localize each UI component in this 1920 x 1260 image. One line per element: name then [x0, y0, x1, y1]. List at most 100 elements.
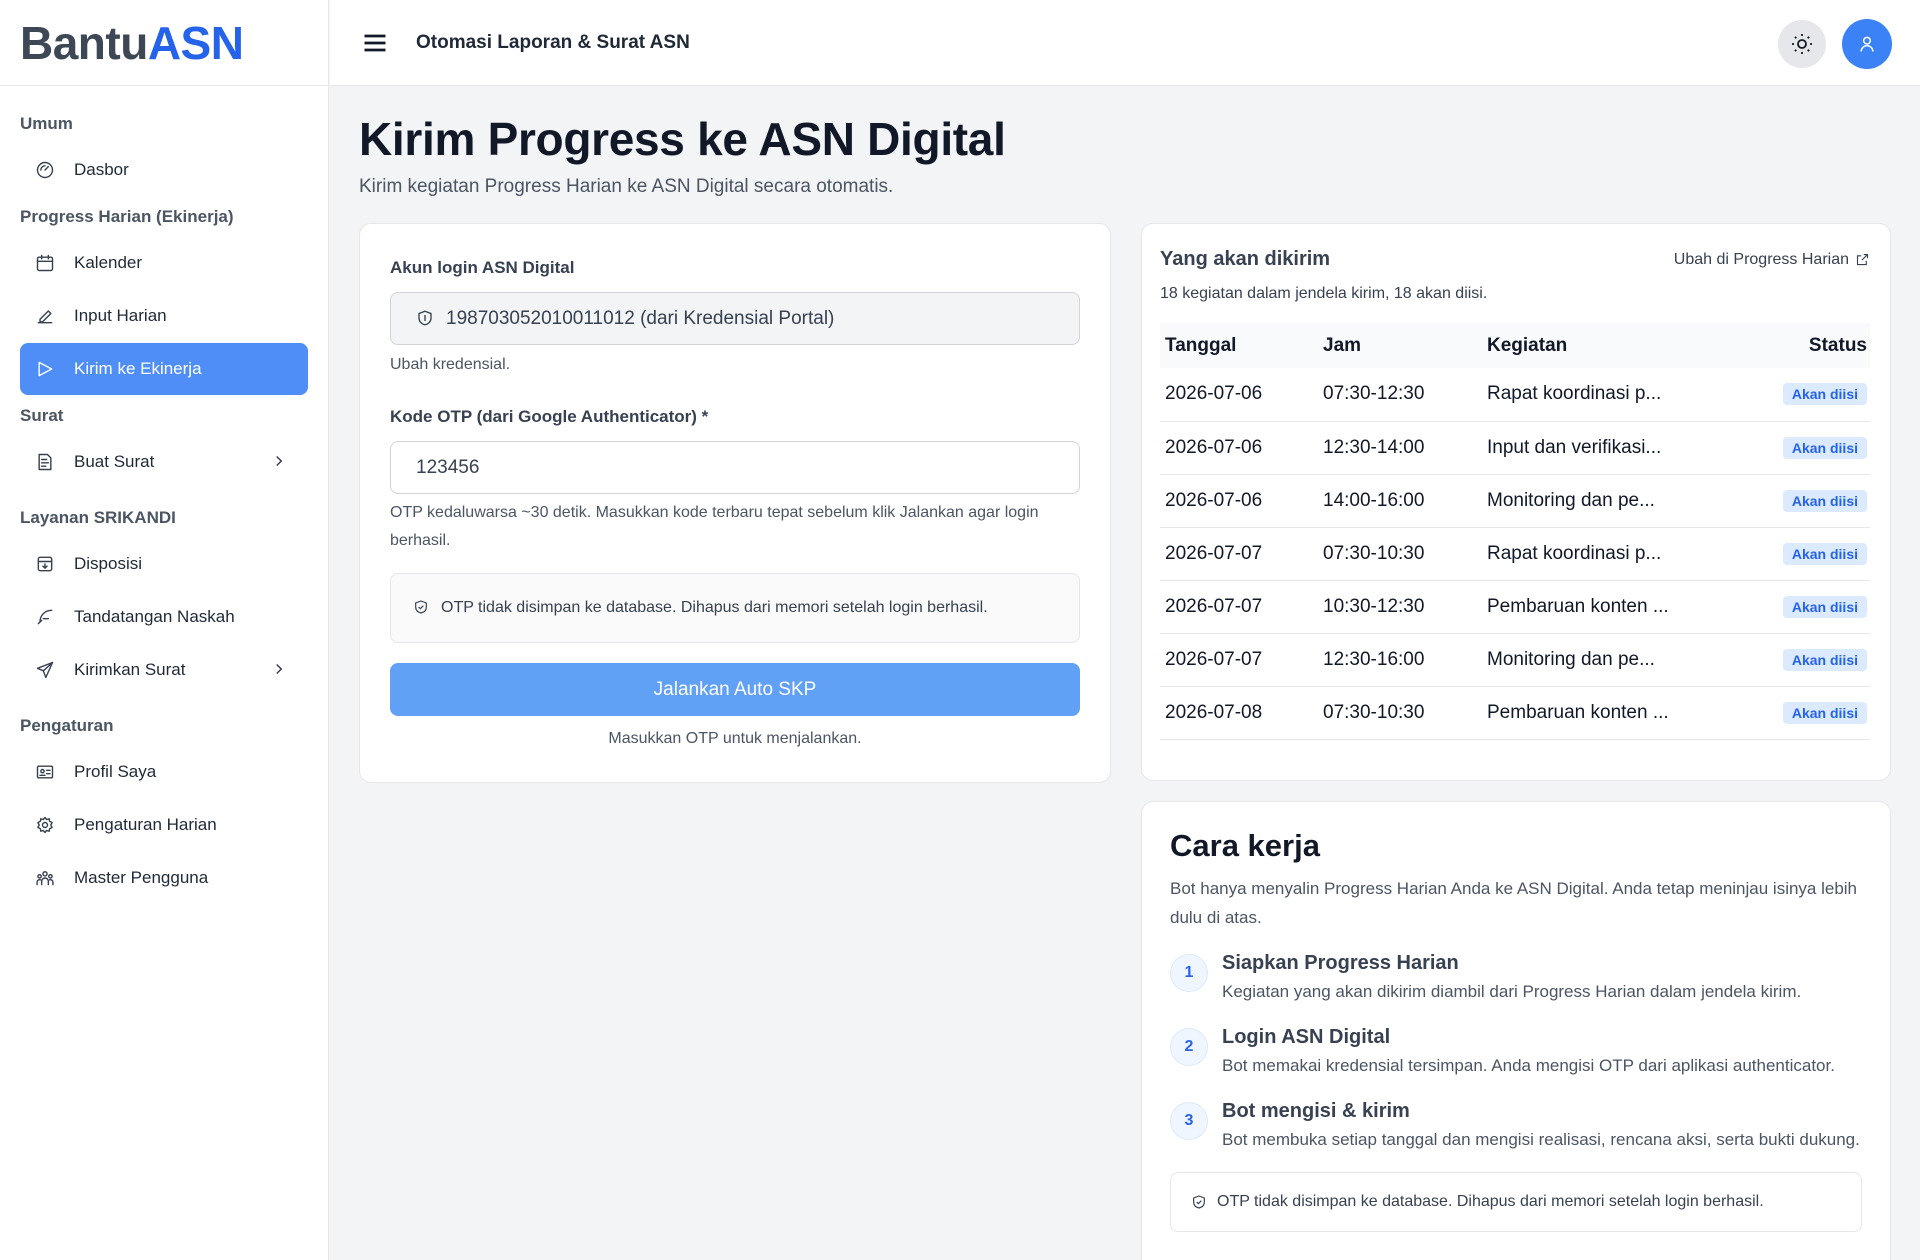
cell-activity: Input dan verifikasi...: [1482, 421, 1742, 475]
cell-activity: Monitoring dan pe...: [1482, 474, 1742, 528]
shield-check-icon: [413, 599, 431, 617]
topbar: Otomasi Laporan & Surat ASN: [330, 0, 1920, 86]
table-row: 2026-07-08 07:30-10:30 Pembaruan konten ..…: [1160, 686, 1870, 740]
queue-card: Yang akan dikirim Ubah di Progress Haria…: [1141, 223, 1891, 781]
cell-date: 2026-07-06: [1160, 474, 1318, 528]
step-title: Bot mengisi & kirim: [1222, 1100, 1410, 1122]
sidebar-item-profil[interactable]: Profil Saya: [20, 746, 308, 798]
sidebar-item-kalender[interactable]: Kalender: [20, 237, 308, 289]
sidebar-item-buat-surat[interactable]: Buat Surat: [20, 436, 308, 488]
gear-icon: [34, 814, 56, 836]
cell-date: 2026-07-07: [1160, 527, 1318, 581]
cell-time: 07:30-10:30: [1318, 686, 1482, 740]
sidebar-item-pengaturan-harian[interactable]: Pengaturan Harian: [20, 799, 308, 851]
theme-toggle-button[interactable]: [1778, 20, 1826, 68]
cell-time: 10:30-12:30: [1318, 580, 1482, 634]
brand-part2: ASN: [147, 16, 244, 69]
brand-logo[interactable]: Bantu ASN: [0, 0, 328, 86]
queue-table: Tanggal Jam Kegiatan Status 2026-07-06 07…: [1160, 323, 1870, 755]
chevron-right-icon[interactable]: [270, 452, 290, 472]
otp-notice-text: OTP tidak disimpan ke database. Dihapus …: [441, 599, 988, 616]
users-icon: [34, 867, 56, 889]
chevron-right-icon[interactable]: [270, 660, 290, 680]
status-badge: Akan diisi: [1782, 595, 1867, 618]
queue-title: Yang akan dikirim: [1160, 248, 1331, 270]
sidebar-item-tandatangan[interactable]: Tandatangan Naskah: [20, 591, 308, 643]
how-title: Cara kerja: [1170, 828, 1320, 863]
shield-check-icon: [1193, 1195, 1205, 1209]
step-item: 3 Bot mengisi & kirim Bot membuka setiap…: [1170, 1100, 1862, 1154]
sidebar: Bantu ASN Umum Dasbor Progress Harian (Ek…: [0, 0, 329, 1260]
cell-status: Akan diisi: [1741, 368, 1870, 422]
cell-status: Akan diisi: [1741, 686, 1870, 740]
sidebar-item-disposisi[interactable]: Disposisi: [20, 538, 308, 590]
send-form-card: Akun login ASN Digital 19870305201001101…: [359, 223, 1111, 783]
otp-label: Kode OTP (dari Google Authenticator) *: [390, 407, 709, 426]
queue-table-scroll[interactable]: Tanggal Jam Kegiatan Status 2026-07-06 07…: [1160, 323, 1870, 755]
user-avatar-button[interactable]: [1842, 19, 1892, 69]
column-header: Jam: [1323, 334, 1362, 356]
cell-activity: Pembaruan konten ...: [1482, 739, 1742, 755]
table-header-row: Tanggal Jam Kegiatan Status: [1160, 323, 1870, 368]
sidebar-item-master-pengguna[interactable]: Master Pengguna: [20, 852, 308, 904]
cell-time: 12:30-16:00: [1318, 633, 1482, 687]
document-icon: [34, 451, 56, 473]
sidebar-item-label: Tandatangan Naskah: [74, 607, 235, 626]
cell-date: 2026-07-08: [1160, 739, 1318, 755]
step-description: Kegiatan yang akan dikirim diambil dari …: [1222, 982, 1802, 1001]
menu-icon[interactable]: [360, 28, 390, 58]
cell-date: 2026-07-06: [1160, 421, 1318, 475]
external-link-icon: [1856, 253, 1869, 266]
queue-header: Yang akan dikirim Ubah di Progress Haria…: [1160, 248, 1870, 271]
cell-date: 2026-07-07: [1160, 633, 1318, 687]
section-progress: Progress Harian (Ekinerja): [20, 207, 234, 226]
sidebar-item-label: Kirimkan Surat: [74, 660, 186, 679]
step-description: Bot membuka setiap tanggal dan mengisi r…: [1222, 1130, 1860, 1149]
sidebar-item-label: Master Pengguna: [74, 868, 209, 887]
account-label: Akun login ASN Digital: [390, 258, 575, 277]
table-row: 2026-07-07 10:30-12:30 Pembaruan konten ..…: [1160, 580, 1870, 634]
cell-status: Akan diisi: [1741, 739, 1870, 755]
section-pengaturan: Pengaturan: [20, 716, 114, 735]
queue-table-body: 2026-07-06 07:30-12:30 Rapat koordinasi p.…: [1160, 368, 1870, 755]
cell-activity: Pembaruan konten ...: [1482, 580, 1742, 634]
column-header: Tanggal: [1165, 334, 1237, 356]
feather-icon: [34, 606, 56, 628]
brand-part1: Bantu: [20, 16, 148, 69]
edit-progress-link[interactable]: Ubah di Progress Harian: [1674, 251, 1870, 269]
sidebar-item-input-harian[interactable]: Input Harian: [20, 290, 308, 342]
otp-input[interactable]: 123456: [390, 441, 1080, 494]
edit-progress-link-label: Ubah di Progress Harian: [1673, 250, 1849, 268]
table-row: 2026-07-0810:30-12:30Pembaruan konten ..…: [1160, 739, 1870, 755]
step-title: Login ASN Digital: [1222, 1026, 1391, 1048]
sidebar-item-dasbor[interactable]: Dasbor: [20, 144, 308, 196]
run-auto-skp-button[interactable]: Jalankan Auto SKP: [390, 663, 1080, 716]
calendar-icon: [34, 252, 56, 274]
status-badge: Akan diisi: [1782, 701, 1867, 724]
queue-summary: 18 kegiatan dalam jendela kirim, 18 akan…: [1160, 285, 1488, 302]
otp-value: 123456: [416, 456, 480, 478]
sidebar-item-label: Input Harian: [74, 306, 167, 325]
how-notice-text: OTP tidak disimpan ke database. Dihapus …: [1217, 1193, 1764, 1210]
step-number: 2: [1170, 1028, 1208, 1066]
step-title: Siapkan Progress Harian: [1222, 952, 1459, 974]
step-description: Bot memakai kredensial tersimpan. Anda m…: [1222, 1056, 1835, 1075]
sidebar-item-label: Pengaturan Harian: [74, 815, 217, 834]
sidebar-item-kirim-ekinerja[interactable]: Kirim ke Ekinerja: [20, 343, 308, 395]
user-icon: [1860, 36, 1874, 52]
paper-plane-icon: [34, 659, 56, 681]
step-item: 2 Login ASN Digital Bot memakai kredensi…: [1170, 1026, 1862, 1080]
sidebar-item-kirimkan-surat[interactable]: Kirimkan Surat: [20, 644, 308, 696]
sidebar-item-label: Buat Surat: [74, 452, 155, 471]
status-badge: Akan diisi: [1782, 754, 1867, 755]
how-subtitle: Bot hanya menyalin Progress Harian Anda …: [1170, 879, 1858, 927]
table-row: 2026-07-06 07:30-12:30 Rapat koordinasi p.…: [1160, 368, 1870, 422]
step-number: 1: [1170, 954, 1208, 992]
account-value: 198703052010011012 (dari Kredensial Port…: [446, 307, 835, 329]
cell-activity: Monitoring dan pe...: [1482, 633, 1742, 687]
account-help-link[interactable]: Ubah kredensial.: [390, 351, 1080, 379]
run-hint: Masukkan OTP untuk menjalankan.: [608, 730, 862, 747]
cell-activity: Pembaruan konten ...: [1482, 686, 1742, 740]
cell-time: 07:30-12:30: [1318, 368, 1482, 422]
cell-time: 14:00-16:00: [1318, 474, 1482, 528]
